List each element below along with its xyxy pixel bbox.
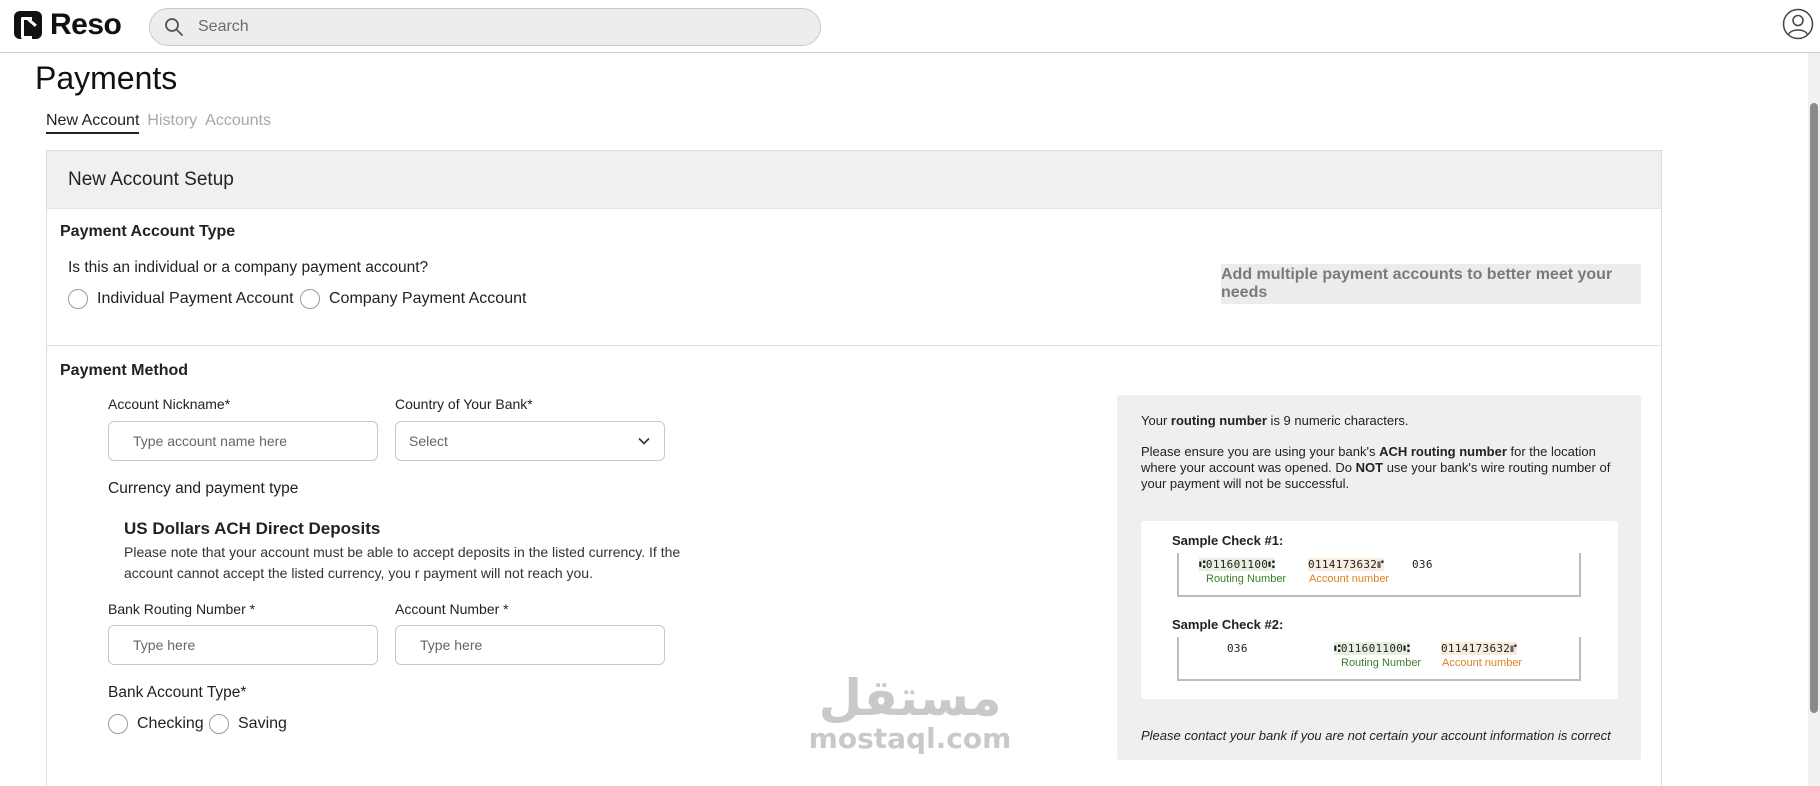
routing-label: Bank Routing Number *: [108, 601, 256, 617]
country-select-value: Select: [409, 433, 448, 449]
account-number-field[interactable]: [395, 625, 665, 665]
radio-label: Saving: [238, 715, 287, 732]
card-title: New Account Setup: [68, 168, 234, 190]
text-fragment: Your: [1141, 413, 1171, 428]
ach-note: Please note that your account must be ab…: [124, 544, 681, 581]
sample-check-2: 036 ⑆011601100⑆ 0114173632⑈ Routing Numb…: [1177, 637, 1581, 681]
sample-checks: Sample Check #1: ⑆011601100⑆ 0114173632⑈…: [1141, 521, 1618, 699]
sample-check-1: ⑆011601100⑆ 0114173632⑈ 036 Routing Numb…: [1177, 553, 1581, 597]
search-input[interactable]: [198, 18, 758, 36]
radio-circle[interactable]: [209, 714, 229, 734]
sample-check-1-title: Sample Check #1:: [1172, 533, 1284, 548]
ach-title: US Dollars ACH Direct Deposits: [124, 519, 381, 538]
text-bold: routing number: [1170, 413, 1267, 428]
radio-label: Company Payment Account: [329, 290, 527, 307]
search-bar[interactable]: [149, 8, 821, 46]
text-bold: ACH routing number: [1379, 444, 1507, 459]
check-account-digits: 0114173632⑈: [1441, 642, 1518, 655]
card-header: New Account Setup: [47, 151, 1661, 209]
radio-circle[interactable]: [300, 289, 320, 309]
account-caption: Account number: [1442, 657, 1523, 669]
country-label: Country of Your Bank*: [395, 396, 533, 412]
radio-label: Checking: [137, 715, 204, 732]
routing-caption: Routing Number: [1206, 573, 1287, 585]
multiple-accounts-tip: Add multiple payment accounts to better …: [1221, 264, 1641, 304]
radio-checking[interactable]: Checking: [108, 714, 204, 734]
nickname-field[interactable]: [108, 421, 378, 461]
text-fragment: Please ensure you are using your bank's: [1141, 444, 1380, 459]
text-fragment: is 9 numeric characters.: [1266, 413, 1409, 428]
mostaql-watermark: مستقل mostaql.com: [806, 672, 1014, 754]
radio-individual-account[interactable]: Individual Payment Account: [68, 289, 294, 309]
scrollbar-thumb[interactable]: [1810, 103, 1818, 713]
watermark-latin: mostaql.com: [808, 722, 1012, 755]
search-icon: [165, 18, 183, 36]
tab-history[interactable]: History: [147, 112, 197, 134]
page-scrollbar[interactable]: [1808, 53, 1820, 786]
check-number: 036: [1227, 642, 1248, 655]
radio-label: Individual Payment Account: [97, 290, 294, 307]
tab-accounts[interactable]: Accounts: [205, 112, 271, 134]
nickname-label: Account Nickname*: [108, 396, 231, 412]
bank-account-type-label: Bank Account Type*: [108, 684, 247, 701]
section-divider: [47, 345, 1661, 346]
check-routing-digits: ⑆011601100⑆: [1334, 642, 1411, 655]
radio-company-account[interactable]: Company Payment Account: [300, 289, 526, 309]
section-title-payment-method: Payment Method: [60, 362, 189, 379]
routing-length-note: Your routing number is 9 numeric charact…: [1141, 413, 1631, 429]
user-avatar-icon[interactable]: [1782, 8, 1814, 40]
contact-bank-note: Please contact your bank if you are not …: [1141, 728, 1611, 743]
account-caption: Account number: [1309, 573, 1390, 585]
ach-routing-note: Please ensure you are using your bank's …: [1141, 444, 1631, 492]
top-bar: Reso: [0, 0, 1820, 53]
check-routing-digits: ⑆011601100⑆: [1199, 558, 1276, 571]
routing-field[interactable]: [108, 625, 378, 665]
account-type-question: Is this an individual or a company payme…: [68, 259, 429, 276]
app-logo[interactable]: Reso: [14, 8, 122, 42]
radio-circle[interactable]: [108, 714, 128, 734]
section-title-account-type: Payment Account Type: [60, 223, 236, 240]
routing-input[interactable]: [133, 637, 353, 653]
account-number-input[interactable]: [420, 637, 640, 653]
nickname-input[interactable]: [133, 433, 353, 449]
routing-caption: Routing Number: [1341, 657, 1422, 669]
routing-info-panel: Your routing number is 9 numeric charact…: [1117, 395, 1641, 760]
account-number-label: Account Number *: [395, 601, 509, 617]
app-name: Reso: [50, 8, 122, 41]
text-bold: NOT: [1355, 460, 1384, 475]
page-title: Payments: [35, 60, 178, 96]
chevron-down-icon: [638, 437, 650, 445]
sample-check-2-title: Sample Check #2:: [1172, 617, 1284, 632]
check-number: 036: [1412, 558, 1433, 571]
radio-saving[interactable]: Saving: [209, 714, 287, 734]
currency-label: Currency and payment type: [108, 480, 299, 497]
tab-new-account[interactable]: New Account: [46, 112, 140, 134]
reso-logo-icon: [14, 11, 42, 39]
watermark-arabic: مستقل: [818, 669, 1002, 727]
check-account-digits: 0114173632⑈: [1308, 558, 1385, 571]
radio-circle[interactable]: [68, 289, 88, 309]
country-select[interactable]: Select: [395, 421, 665, 461]
payments-tabs: New Account History Accounts: [46, 112, 271, 134]
